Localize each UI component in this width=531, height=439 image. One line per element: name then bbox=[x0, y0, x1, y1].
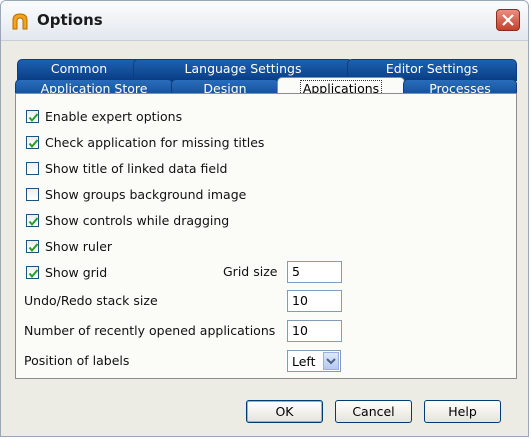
recent-apps-label: Number of recently opened applications bbox=[24, 323, 276, 338]
close-icon bbox=[502, 14, 514, 26]
grid-size-input[interactable]: 5 bbox=[287, 261, 342, 283]
grid-size-label: Grid size bbox=[223, 264, 278, 279]
label-position-value: Left bbox=[292, 354, 316, 369]
arch-icon bbox=[12, 13, 28, 30]
checkbox[interactable] bbox=[26, 161, 39, 175]
option-show-title-linked[interactable]: Show title of linked data field bbox=[26, 159, 228, 177]
option-show-controls-dragging[interactable]: Show controls while dragging bbox=[26, 211, 229, 229]
applications-panel: Enable expert options Check application … bbox=[15, 93, 517, 379]
option-show-ruler[interactable]: Show ruler bbox=[26, 237, 112, 255]
undo-stack-label: Undo/Redo stack size bbox=[24, 293, 158, 308]
close-button[interactable] bbox=[496, 9, 520, 31]
label-position-select[interactable]: Left bbox=[287, 350, 341, 372]
label-position-label: Position of labels bbox=[24, 353, 130, 368]
title-bar: Options bbox=[1, 1, 528, 41]
window-title: Options bbox=[37, 11, 103, 29]
checkbox[interactable] bbox=[26, 109, 39, 123]
undo-stack-input[interactable]: 10 bbox=[287, 290, 342, 312]
check-icon bbox=[28, 268, 39, 278]
option-show-groups-bg[interactable]: Show groups background image bbox=[26, 185, 246, 203]
check-icon bbox=[28, 242, 39, 252]
chevron-down-icon[interactable] bbox=[323, 352, 339, 370]
tab-common[interactable]: Common bbox=[17, 59, 141, 81]
checkbox[interactable] bbox=[26, 187, 39, 201]
checkbox[interactable] bbox=[26, 239, 39, 253]
check-icon bbox=[28, 112, 39, 122]
ok-button[interactable]: OK bbox=[246, 400, 323, 423]
checkbox[interactable] bbox=[26, 213, 39, 227]
option-enable-expert[interactable]: Enable expert options bbox=[26, 107, 182, 125]
option-check-missing-titles[interactable]: Check application for missing titles bbox=[26, 133, 264, 151]
help-button[interactable]: Help bbox=[424, 400, 501, 423]
option-show-grid[interactable]: Show grid bbox=[26, 263, 107, 281]
checkbox[interactable] bbox=[26, 265, 39, 279]
check-icon bbox=[28, 216, 39, 226]
cancel-button[interactable]: Cancel bbox=[335, 400, 412, 423]
recent-apps-input[interactable]: 10 bbox=[287, 320, 342, 342]
options-dialog: Options Common Language Settings Editor … bbox=[0, 0, 529, 437]
check-icon bbox=[28, 138, 39, 148]
checkbox[interactable] bbox=[26, 135, 39, 149]
